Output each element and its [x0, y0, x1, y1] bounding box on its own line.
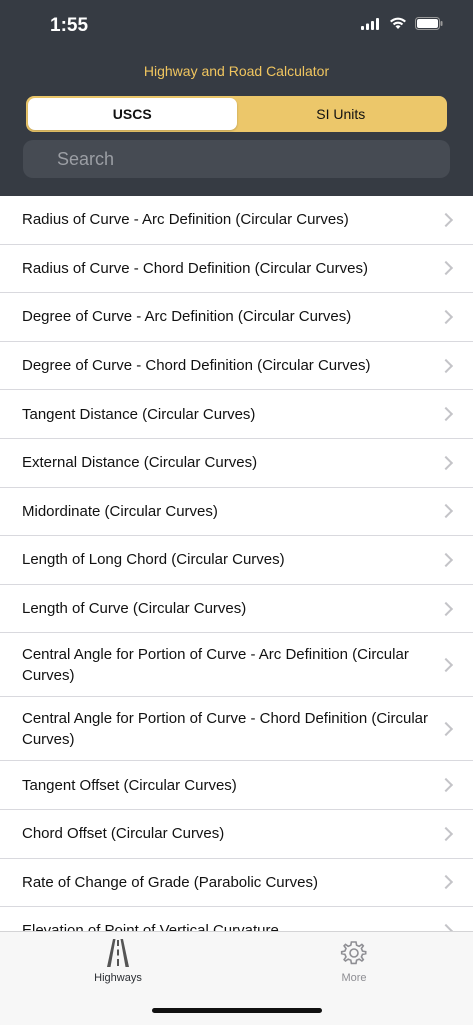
list-item-label: Radius of Curve - Chord Definition (Circ…: [22, 259, 368, 277]
status-time: 1:55: [50, 15, 89, 36]
list-item-label: Degree of Curve - Chord Definition (Circ…: [22, 357, 371, 375]
list-item[interactable]: Tangent Distance (Circular Curves): [0, 390, 473, 439]
search-input[interactable]: [33, 148, 450, 170]
chevron-right-icon: [438, 212, 454, 227]
list-item[interactable]: Elevation of Point of Vertical Curvature: [0, 907, 473, 931]
list-item-label: Tangent Offset (Circular Curves): [22, 776, 237, 794]
list-item-label: Midordinate (Circular Curves): [22, 502, 218, 520]
chevron-right-icon: [438, 358, 454, 373]
list-item[interactable]: Degree of Curve - Chord Definition (Circ…: [0, 342, 473, 391]
list-item-label: Central Angle for Portion of Curve - Cho…: [22, 709, 429, 748]
chevron-right-icon: [438, 455, 454, 470]
list-item[interactable]: Rate of Change of Grade (Parabolic Curve…: [0, 859, 473, 908]
tab-more[interactable]: More: [304, 938, 404, 984]
list-item[interactable]: Radius of Curve - Arc Definition (Circul…: [0, 196, 473, 245]
list-item[interactable]: Central Angle for Portion of Curve - Arc…: [0, 633, 473, 698]
chevron-right-icon: [438, 875, 454, 890]
list-item-label: Radius of Curve - Arc Definition (Circul…: [22, 211, 349, 229]
gear-icon: [340, 941, 367, 965]
chevron-right-icon: [438, 309, 454, 325]
search-bar[interactable]: [23, 140, 450, 178]
list-item-label: Degree of Curve - Arc Definition (Circul…: [22, 308, 352, 326]
list-item[interactable]: Central Angle for Portion of Curve - Cho…: [0, 697, 473, 762]
chevron-right-icon: [438, 407, 454, 422]
status-icons: [361, 17, 443, 30]
units-segmented-control[interactable]: USCS SI Units: [26, 96, 447, 132]
chevron-right-icon: [438, 657, 454, 672]
list-item[interactable]: Midordinate (Circular Curves): [0, 488, 473, 537]
chevron-right-icon: [438, 923, 454, 931]
list-item-label: Length of Curve (Circular Curves): [22, 600, 247, 618]
list-item[interactable]: Length of Long Chord (Circular Curves): [0, 536, 473, 585]
list-item-label: External Distance (Circular Curves): [22, 454, 258, 472]
chevron-right-icon: [438, 261, 454, 276]
list-item[interactable]: Degree of Curve - Arc Definition (Circul…: [0, 293, 473, 342]
list-item[interactable]: Tangent Offset (Circular Curves): [0, 761, 473, 810]
chevron-right-icon: [438, 601, 454, 616]
list-item-label: Rate of Change of Grade (Parabolic Curve…: [22, 873, 318, 891]
navigation-header: 1:55 Highway and Road Calculator USCS SI…: [0, 0, 473, 196]
list-item[interactable]: Length of Curve (Circular Curves): [0, 585, 473, 634]
list-item-label: Length of Long Chord (Circular Curves): [22, 551, 285, 569]
segment-uscs[interactable]: USCS: [28, 98, 237, 130]
list-item-label: Elevation of Point of Vertical Curvature: [22, 922, 279, 931]
battery-icon: [415, 17, 443, 30]
list-item-label: Tangent Distance (Circular Curves): [22, 405, 256, 423]
chevron-right-icon: [438, 504, 454, 519]
signal-icon: [361, 17, 379, 30]
chevron-right-icon: [438, 721, 454, 736]
chevron-right-icon: [438, 552, 454, 568]
app-title: Highway and Road Calculator: [143, 63, 330, 79]
calculator-list: Radius of Curve - Arc Definition (Circul…: [0, 196, 473, 931]
list-item[interactable]: External Distance (Circular Curves): [0, 439, 473, 488]
list-item-label: Central Angle for Portion of Curve - Arc…: [22, 645, 409, 684]
road-icon: [107, 939, 129, 967]
tab-highways-label: Highways: [94, 972, 142, 984]
home-indicator: [152, 1008, 322, 1013]
tab-more-label: More: [341, 972, 367, 984]
list-item[interactable]: Radius of Curve - Chord Definition (Circ…: [0, 245, 473, 294]
tab-highways[interactable]: Highways: [68, 938, 168, 984]
list-item[interactable]: Chord Offset (Circular Curves): [0, 810, 473, 859]
segment-si-units[interactable]: SI Units: [237, 98, 446, 130]
chevron-right-icon: [438, 778, 454, 793]
wifi-icon: [390, 17, 406, 29]
list-item-label: Chord Offset (Circular Curves): [22, 825, 225, 843]
chevron-right-icon: [438, 826, 454, 841]
